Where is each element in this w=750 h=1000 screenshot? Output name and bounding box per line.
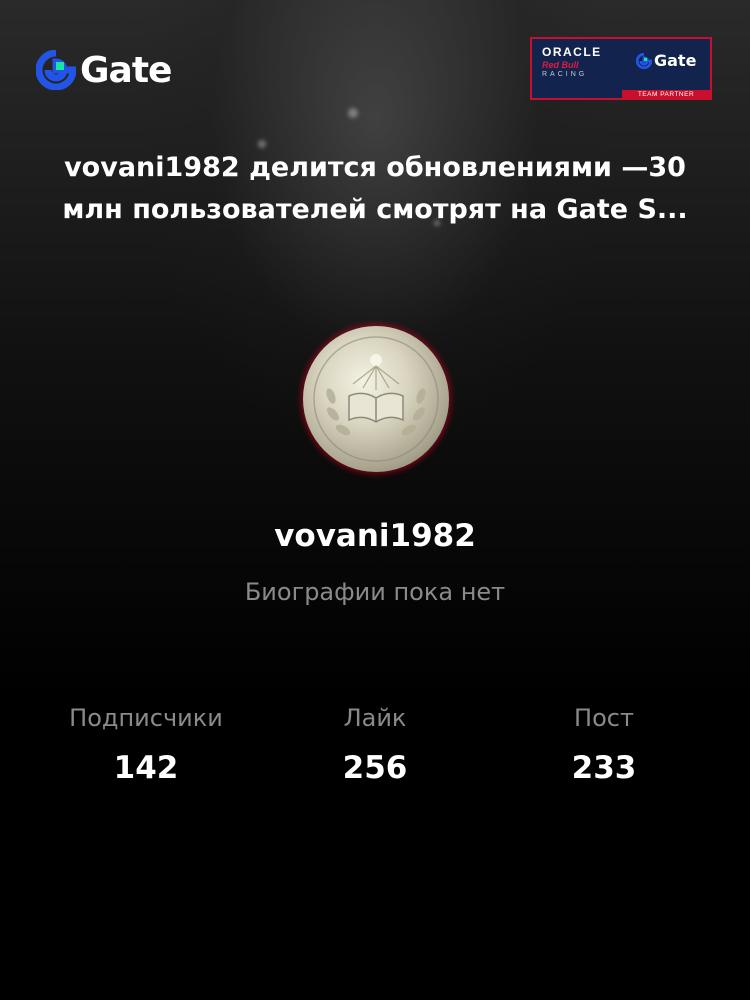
username: vovani1982 bbox=[274, 518, 476, 554]
stat-label: Подписчики bbox=[69, 704, 223, 732]
stat-label: Лайк bbox=[343, 704, 407, 732]
stat-followers[interactable]: Подписчики 142 bbox=[26, 704, 266, 786]
stat-label: Пост bbox=[574, 704, 634, 732]
gate-logo-icon bbox=[36, 50, 76, 90]
bio-text: Биографии пока нет bbox=[244, 578, 506, 606]
badge-oracle-text: ORACLE bbox=[542, 45, 602, 59]
badge-gate-text: Gate bbox=[654, 51, 697, 70]
sparkle bbox=[348, 108, 358, 118]
stat-value: 142 bbox=[113, 750, 179, 786]
page-title: vovani1982 делится обновлениями —30 млн … bbox=[62, 152, 688, 225]
stat-likes[interactable]: Лайк 256 bbox=[255, 704, 495, 786]
gate-logo[interactable]: Gate bbox=[36, 49, 172, 91]
stat-value: 233 bbox=[571, 750, 637, 786]
avatar[interactable] bbox=[303, 326, 449, 472]
team-partner-badge: ORACLE Red Bull RACING Gate TEAM PARTNER bbox=[530, 37, 712, 100]
stat-value: 256 bbox=[342, 750, 408, 786]
gate-logo-icon bbox=[636, 52, 652, 69]
medal-icon bbox=[313, 336, 439, 462]
badge-team-partner-text: TEAM PARTNER bbox=[622, 90, 710, 100]
stat-posts[interactable]: Пост 233 bbox=[484, 704, 724, 786]
badge-redbull-text: Red Bull bbox=[542, 60, 579, 70]
badge-racing-text: RACING bbox=[542, 71, 588, 78]
badge-gate-logo: Gate bbox=[636, 51, 696, 70]
gate-logo-text: Gate bbox=[80, 49, 172, 91]
